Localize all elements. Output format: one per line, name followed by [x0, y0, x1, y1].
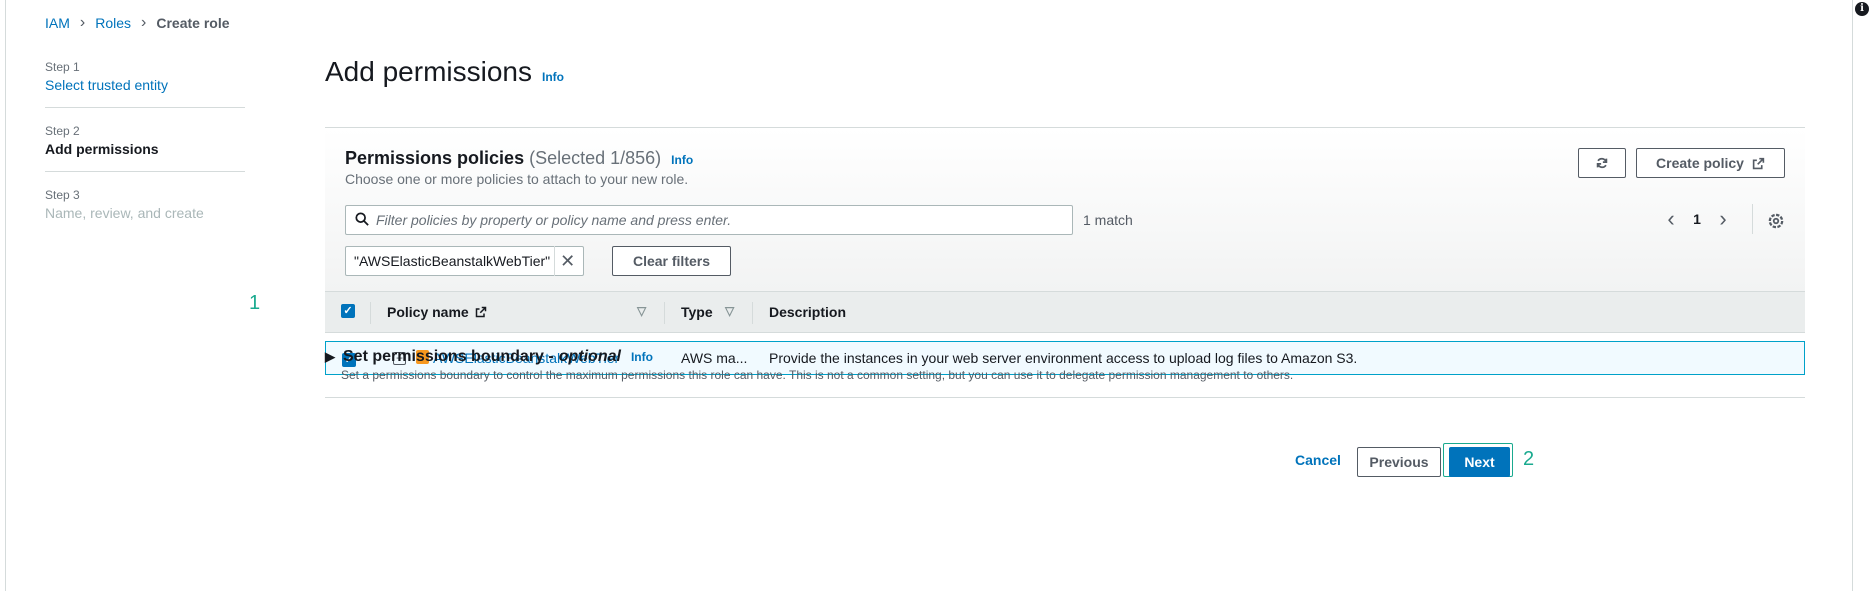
- caret-right-icon: ▶: [325, 349, 335, 364]
- search-input[interactable]: Filter policies by property or policy na…: [345, 205, 1073, 235]
- page-info-link[interactable]: Info: [542, 70, 564, 84]
- table-header: ✓ Policy name ▽ Type ▽ Description: [325, 291, 1805, 333]
- policies-info-link[interactable]: Info: [671, 153, 693, 167]
- boundary-description: Set a permissions boundary to control th…: [341, 368, 1294, 382]
- step-number: Step 1: [45, 60, 80, 74]
- filter-token: "AWSElasticBeanstalkWebTier" ✕: [345, 246, 585, 276]
- select-all-checkbox[interactable]: ✓: [341, 304, 355, 318]
- external-link-icon: [1752, 157, 1765, 169]
- create-policy-label: Create policy: [1656, 155, 1744, 171]
- step-number: Step 2: [45, 124, 80, 138]
- chevron-right-icon[interactable]: ›: [1709, 206, 1737, 232]
- pagination: ‹ 1 ›: [1657, 206, 1737, 232]
- page-title: Add permissions Info: [325, 56, 564, 88]
- cancel-button[interactable]: Cancel: [1295, 452, 1341, 468]
- checkmark-icon: ✓: [341, 304, 355, 318]
- annotation-marker: 2: [1523, 448, 1535, 470]
- external-link-icon: [475, 306, 486, 318]
- breadcrumb-iam[interactable]: IAM: [45, 15, 70, 31]
- search-icon: [355, 212, 369, 226]
- info-circle-icon[interactable]: i: [1855, 2, 1869, 16]
- frame-border-right: [1852, 0, 1853, 591]
- step-2: Step 2 Add permissions: [45, 124, 245, 172]
- step-3: Step 3 Name, review, and create: [45, 188, 245, 235]
- boundary-optional: optional: [558, 348, 621, 365]
- column-divider: [752, 302, 753, 324]
- page-number[interactable]: 1: [1685, 211, 1709, 227]
- column-header-type[interactable]: Type: [681, 304, 713, 320]
- panel-title-text: Permissions policies: [345, 148, 525, 168]
- permissions-boundary-section: ▶ Set permissions boundary - optional In…: [325, 345, 1805, 398]
- panel-header: Permissions policies (Selected 1/856) In…: [325, 128, 1805, 291]
- chevron-right-icon: ›: [141, 14, 147, 31]
- refresh-button[interactable]: [1578, 148, 1626, 178]
- column-header-description: Description: [769, 304, 847, 320]
- column-divider: [370, 302, 371, 324]
- column-divider: [664, 302, 665, 324]
- chevron-left-icon[interactable]: ‹: [1657, 206, 1685, 232]
- match-count: 1 match: [1083, 212, 1133, 228]
- panel-title: Permissions policies (Selected 1/856) In…: [345, 148, 693, 169]
- frame-border-left: [5, 0, 6, 591]
- boundary-toggle[interactable]: ▶ Set permissions boundary - optional In…: [325, 348, 653, 366]
- boundary-title: Set permissions boundary -: [343, 348, 554, 365]
- close-icon[interactable]: ✕: [560, 251, 575, 272]
- step-1: Step 1 Select trusted entity: [45, 60, 245, 108]
- filter-token-label: "AWSElasticBeanstalkWebTier": [354, 253, 551, 269]
- column-header-policy-name[interactable]: Policy name: [387, 304, 487, 320]
- previous-button[interactable]: Previous: [1357, 447, 1441, 477]
- breadcrumb: IAM › Roles › Create role: [45, 14, 230, 32]
- step-1-link[interactable]: Select trusted entity: [45, 77, 245, 93]
- selected-count: (Selected 1/856): [529, 148, 662, 168]
- search-placeholder: Filter policies by property or policy na…: [376, 212, 732, 228]
- breadcrumb-roles[interactable]: Roles: [95, 15, 131, 31]
- clear-filters-button[interactable]: Clear filters: [612, 246, 731, 276]
- step-2-label: Add permissions: [45, 141, 159, 157]
- sort-down-icon[interactable]: ▽: [637, 304, 646, 318]
- step-number: Step 3: [45, 188, 80, 202]
- boundary-info-link[interactable]: Info: [631, 350, 653, 364]
- column-label: Policy name: [387, 304, 469, 320]
- gear-icon[interactable]: [1767, 212, 1785, 230]
- page-title-text: Add permissions: [325, 56, 532, 87]
- next-button[interactable]: Next: [1449, 447, 1510, 477]
- annotation-marker: 1: [249, 292, 261, 314]
- step-3-label: Name, review, and create: [45, 205, 204, 221]
- refresh-icon: [1596, 157, 1608, 169]
- sort-down-icon[interactable]: ▽: [725, 304, 734, 318]
- panel-description: Choose one or more policies to attach to…: [345, 171, 689, 187]
- create-policy-button[interactable]: Create policy: [1636, 148, 1785, 178]
- wizard-steps: Step 1 Select trusted entity Step 2 Add …: [45, 60, 245, 251]
- chevron-right-icon: ›: [79, 14, 86, 31]
- breadcrumb-current: Create role: [156, 15, 230, 31]
- divider: [554, 246, 555, 276]
- permissions-policies-panel: Permissions policies (Selected 1/856) In…: [325, 127, 1805, 380]
- divider: [1752, 204, 1753, 234]
